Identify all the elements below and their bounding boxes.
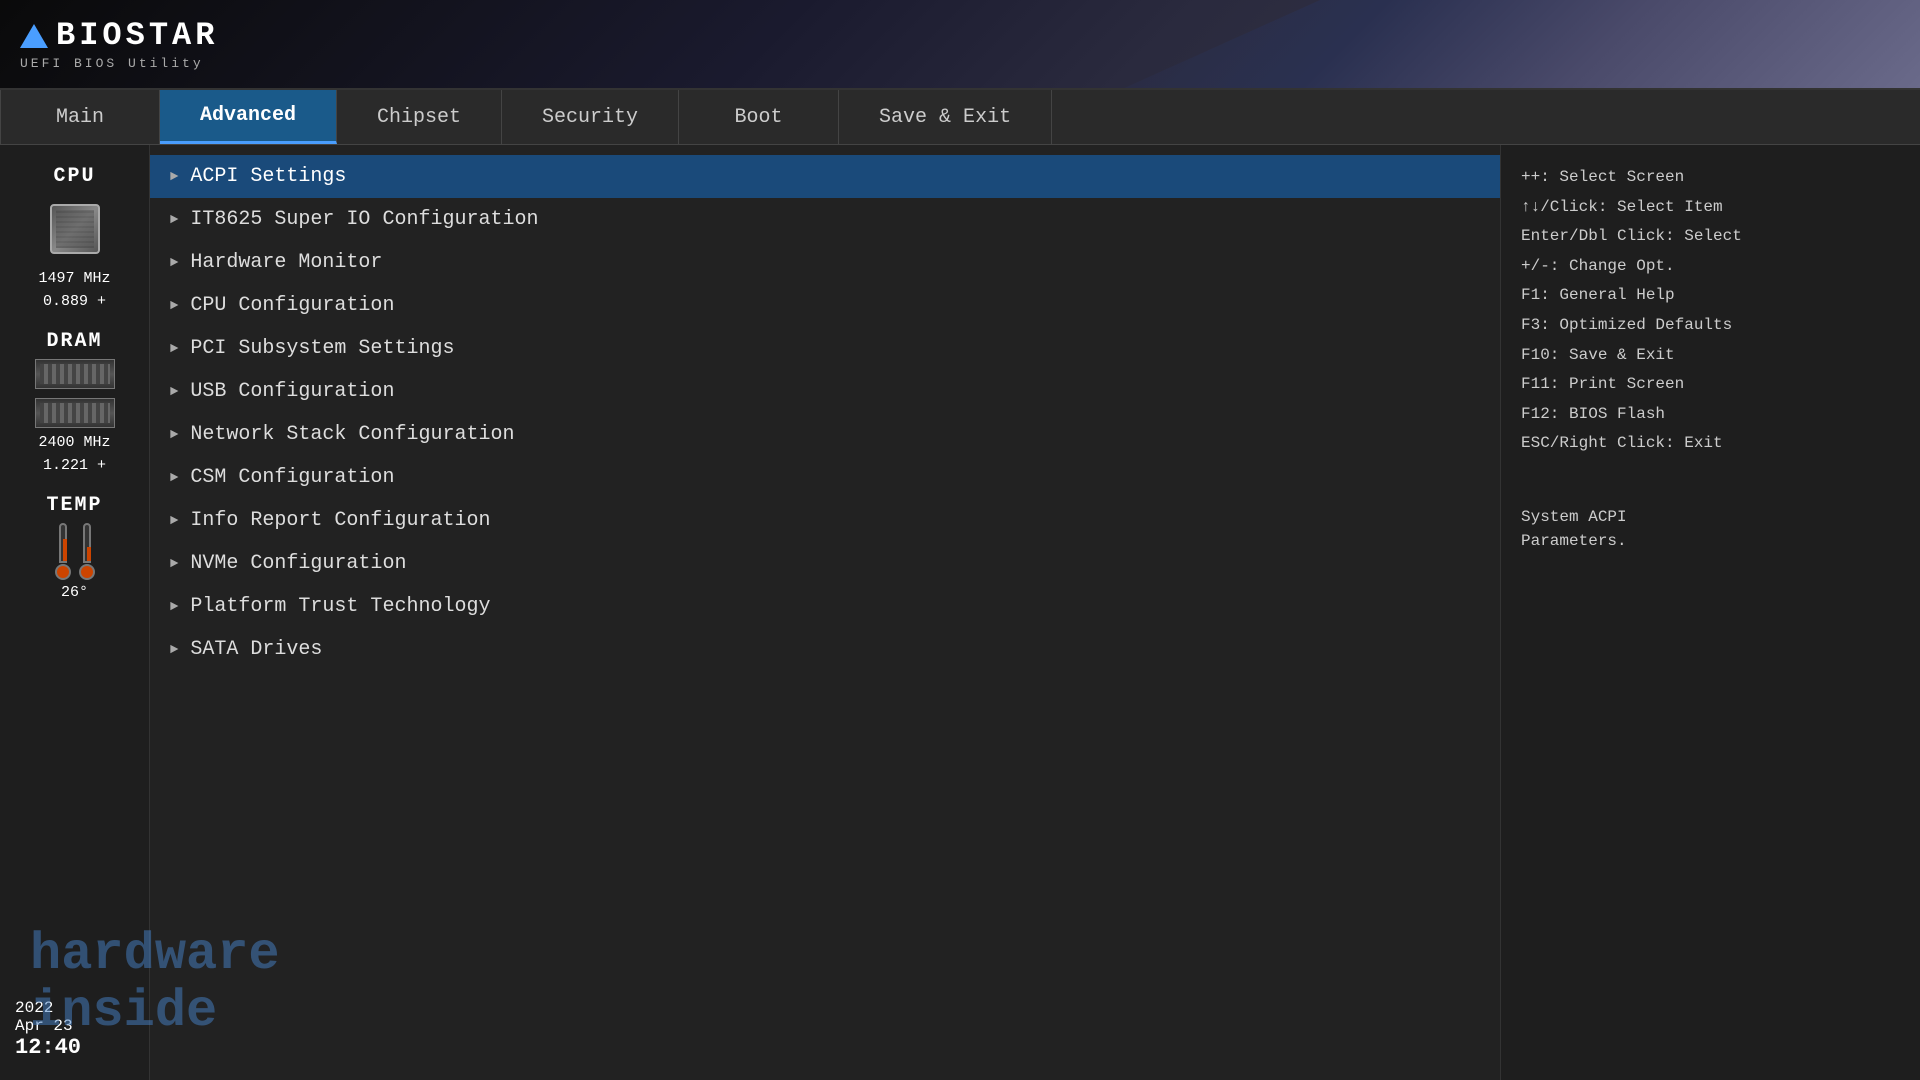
dram-icon-2 <box>35 398 115 428</box>
menu-item-label: Info Report Configuration <box>190 509 490 532</box>
menu-item[interactable]: ► ACPI Settings <box>150 155 1500 198</box>
menu-item-label: PCI Subsystem Settings <box>190 337 454 360</box>
logo-subtitle: UEFI BIOS Utility <box>20 56 218 71</box>
temp-section: TEMP 26° <box>10 494 139 601</box>
menu-arrow-icon: ► <box>170 427 178 443</box>
menu-item[interactable]: ► USB Configuration <box>150 370 1500 413</box>
menu-item-label: Network Stack Configuration <box>190 423 514 446</box>
dram-label: DRAM <box>46 330 102 353</box>
temp-icon <box>54 523 96 578</box>
menu-item-label: CSM Configuration <box>190 466 394 489</box>
menu-item[interactable]: ► Hardware Monitor <box>150 241 1500 284</box>
menu-arrow-icon: ► <box>170 255 178 271</box>
dram-icon <box>35 359 115 389</box>
help-line: ESC/Right Click: Exit <box>1521 431 1900 457</box>
menu-item[interactable]: ► SATA Drives <box>150 628 1500 671</box>
menu-item-label: CPU Configuration <box>190 294 394 317</box>
help-line: F11: Print Screen <box>1521 372 1900 398</box>
menu-item-label: ACPI Settings <box>190 165 346 188</box>
cpu-freq: 1497 MHz <box>38 270 110 287</box>
cpu-chip-graphic <box>50 204 100 254</box>
datetime-area: 2022 Apr 23 12:40 <box>10 999 139 1060</box>
menu-arrow-icon: ► <box>170 599 178 615</box>
menu-item[interactable]: ► NVMe Configuration <box>150 542 1500 585</box>
tab-advanced[interactable]: Advanced <box>160 90 337 144</box>
help-line: ++: Select Screen <box>1521 165 1900 191</box>
sidebar: CPU 1497 MHz 0.889 + DRAM 2400 MHz 1.221… <box>0 145 150 1080</box>
tab-security[interactable]: Security <box>502 90 679 144</box>
menu-item-label: IT8625 Super IO Configuration <box>190 208 538 231</box>
thermometer-icon <box>54 523 72 578</box>
temp-value: 26° <box>61 584 88 601</box>
menu-arrow-icon: ► <box>170 384 178 400</box>
menu-arrow-icon: ► <box>170 642 178 658</box>
logo-area: BIOSTAR UEFI BIOS Utility <box>20 17 218 71</box>
menu-item-label: USB Configuration <box>190 380 394 403</box>
help-line: F3: Optimized Defaults <box>1521 313 1900 339</box>
menu-item[interactable]: ► CSM Configuration <box>150 456 1500 499</box>
dram-freq: 2400 MHz <box>38 434 110 451</box>
cpu-icon <box>40 194 110 264</box>
cpu-section: CPU 1497 MHz 0.889 + <box>10 165 139 310</box>
cpu-label: CPU <box>53 165 95 188</box>
main-content: CPU 1497 MHz 0.889 + DRAM 2400 MHz 1.221… <box>0 145 1920 1080</box>
help-line: F12: BIOS Flash <box>1521 402 1900 428</box>
help-line: F10: Save & Exit <box>1521 343 1900 369</box>
tab-boot[interactable]: Boot <box>679 90 839 144</box>
menu-item[interactable]: ► PCI Subsystem Settings <box>150 327 1500 370</box>
temp-label: TEMP <box>46 494 102 517</box>
menu-arrow-icon: ► <box>170 556 178 572</box>
menu-arrow-icon: ► <box>170 341 178 357</box>
help-description: System ACPI Parameters. <box>1521 505 1900 553</box>
help-line: F1: General Help <box>1521 283 1900 309</box>
help-line: Enter/Dbl Click: Select <box>1521 224 1900 250</box>
time-display: 12:40 <box>15 1035 81 1060</box>
menu-arrow-icon: ► <box>170 513 178 529</box>
menu-panel: ► ACPI Settings ► IT8625 Super IO Configura… <box>150 145 1500 1080</box>
logo-brand: BIOSTAR <box>20 17 218 54</box>
menu-item[interactable]: ► Info Report Configuration <box>150 499 1500 542</box>
tab-save-exit[interactable]: Save & Exit <box>839 90 1052 144</box>
tab-main[interactable]: Main <box>0 90 160 144</box>
menu-item-label: Platform Trust Technology <box>190 595 490 618</box>
menu-arrow-icon: ► <box>170 212 178 228</box>
help-panel: ++: Select Screen ↑↓/Click: Select Item En… <box>1500 145 1920 1080</box>
menu-arrow-icon: ► <box>170 470 178 486</box>
logo-triangle-icon <box>20 24 48 48</box>
help-line: ↑↓/Click: Select Item <box>1521 195 1900 221</box>
menu-item-label: NVMe Configuration <box>190 552 406 575</box>
menu-arrow-icon: ► <box>170 169 178 185</box>
date-day: Apr 23 <box>15 1017 73 1035</box>
menu-item-label: Hardware Monitor <box>190 251 382 274</box>
header: BIOSTAR UEFI BIOS Utility <box>0 0 1920 90</box>
help-line: +/-: Change Opt. <box>1521 254 1900 280</box>
menu-item[interactable]: ► IT8625 Super IO Configuration <box>150 198 1500 241</box>
date-year: 2022 <box>15 999 53 1017</box>
cpu-volt: 0.889 + <box>43 293 106 310</box>
dram-section: DRAM 2400 MHz 1.221 + <box>10 330 139 474</box>
menu-item[interactable]: ► CPU Configuration <box>150 284 1500 327</box>
tab-chipset[interactable]: Chipset <box>337 90 502 144</box>
menu-arrow-icon: ► <box>170 298 178 314</box>
menu-item[interactable]: ► Platform Trust Technology <box>150 585 1500 628</box>
menu-item[interactable]: ► Network Stack Configuration <box>150 413 1500 456</box>
dram-volt: 1.221 + <box>43 457 106 474</box>
nav-tabs: Main Advanced Chipset Security Boot Save… <box>0 90 1920 145</box>
thermometer-icon-2 <box>78 523 96 578</box>
menu-item-label: SATA Drives <box>190 638 322 661</box>
